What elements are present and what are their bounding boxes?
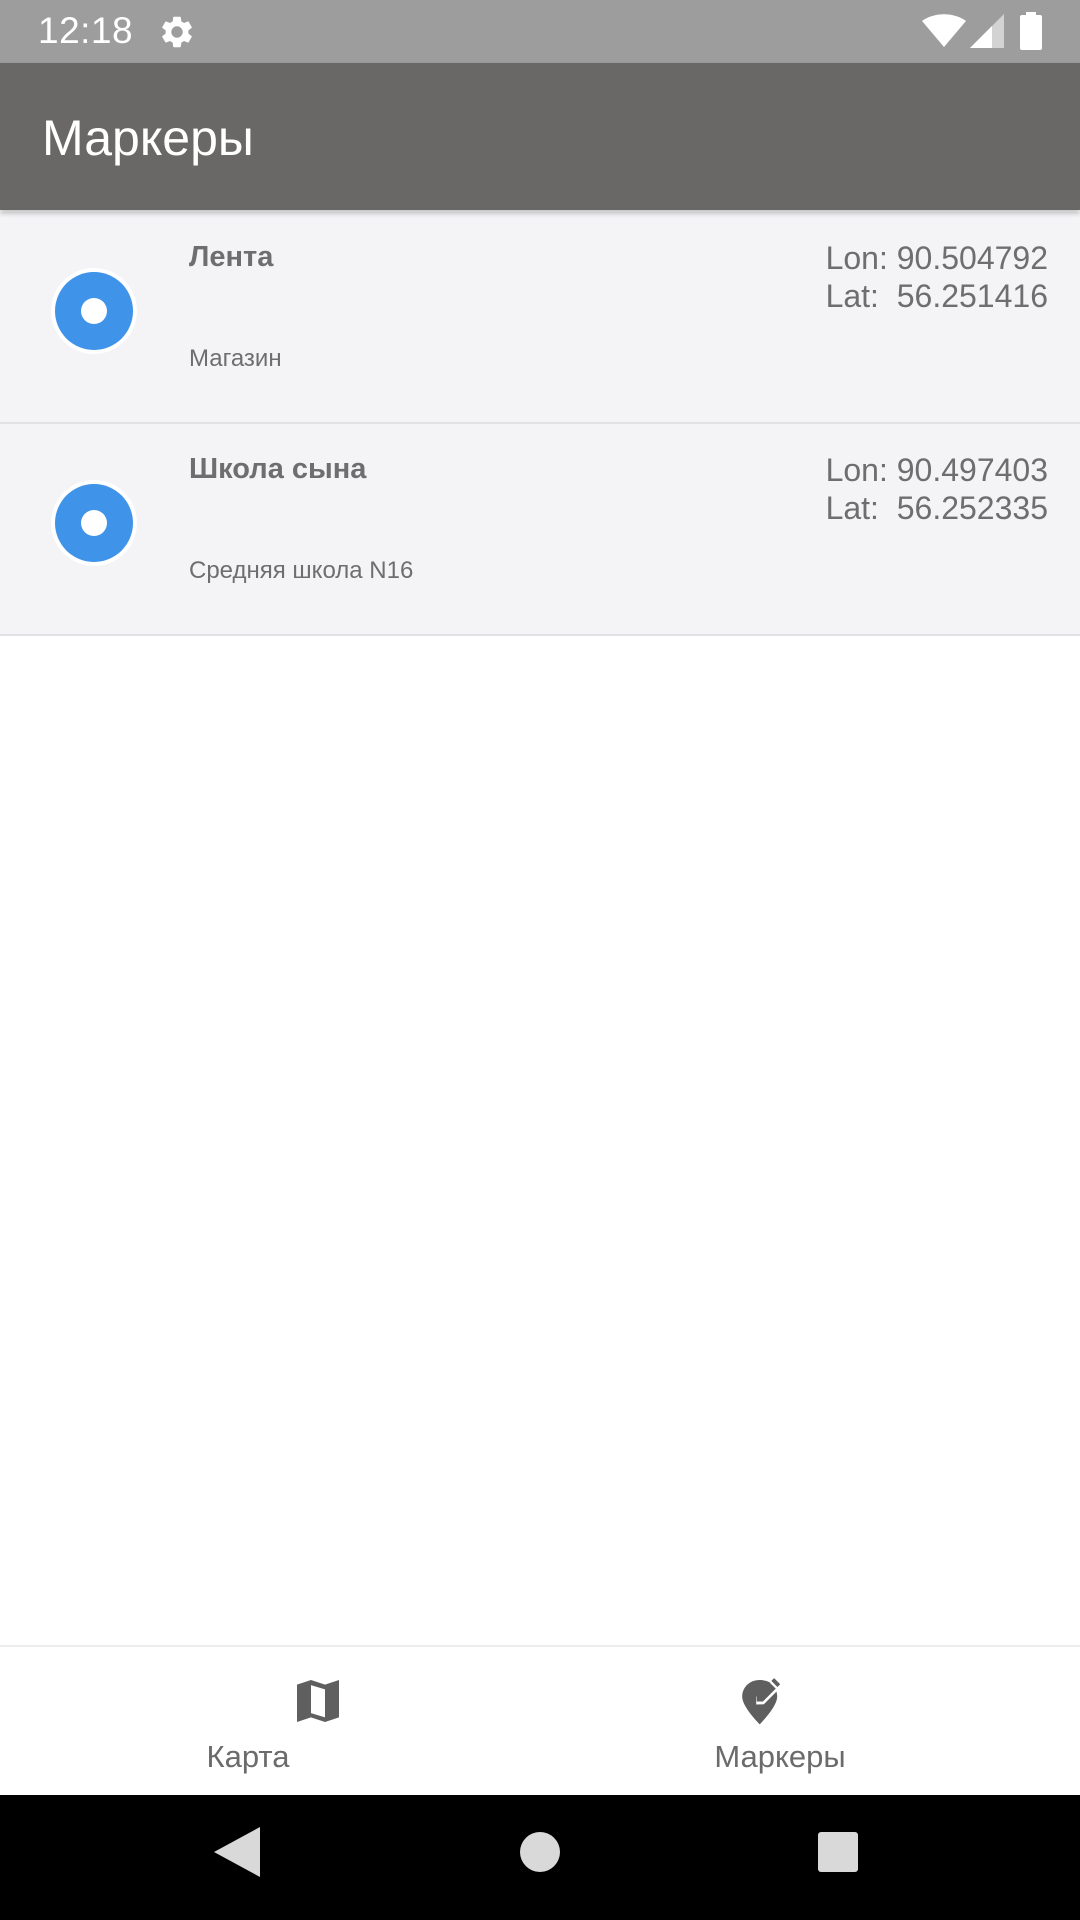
longitude-label: Lon: [825, 240, 888, 276]
latitude-label: Lat: [825, 490, 879, 526]
wifi-icon [922, 14, 966, 47]
list-item[interactable]: Школа сына Средняя школа N16 Lon: 90.497… [0, 424, 1080, 636]
status-time: 12:18 [38, 10, 134, 51]
signal-icon [970, 14, 1004, 48]
marker-name: Школа сына [189, 453, 367, 485]
latitude-value: 56.251416 [896, 278, 1048, 314]
longitude-label: Lon: [825, 452, 888, 488]
nav-item-map[interactable]: Карта [0, 1647, 540, 1797]
marker-name: Лента [189, 241, 274, 273]
page-title: Маркеры [42, 110, 254, 166]
location-dot-icon [51, 268, 137, 354]
home-icon[interactable] [519, 1831, 561, 1873]
marker-coordinates: Lon: 90.504792 Lat: 56.251416 [826, 239, 1048, 315]
gear-icon [162, 16, 192, 48]
edit-location-icon [742, 1678, 781, 1725]
recents-icon[interactable] [817, 1831, 859, 1873]
list-item[interactable]: Лента Магазин Lon: 90.504792 Lat: 56.251… [0, 212, 1080, 424]
longitude-value: 90.497403 [896, 452, 1048, 488]
nav-label-markers: Маркеры [714, 1739, 846, 1774]
marker-description: Средняя школа N16 [189, 557, 414, 584]
map-icon [297, 1680, 339, 1722]
system-navigation-bar [0, 1795, 1080, 1920]
latitude-row: Lat: 56.252335 [826, 489, 1048, 527]
marker-list: Лента Магазин Lon: 90.504792 Lat: 56.251… [0, 212, 1080, 636]
location-dot-icon [51, 480, 137, 566]
latitude-label: Lat: [825, 278, 879, 314]
nav-item-markers[interactable]: Маркеры [540, 1647, 1080, 1797]
nav-label-map: Карта [206, 1739, 290, 1774]
longitude-row: Lon: 90.497403 [826, 451, 1048, 489]
latitude-row: Lat: 56.251416 [826, 277, 1048, 315]
longitude-row: Lon: 90.504792 [826, 239, 1048, 277]
bottom-navigation: Карта Маркеры [0, 1645, 1080, 1797]
status-bar: 12:18 [0, 0, 1080, 63]
longitude-value: 90.504792 [896, 240, 1048, 276]
back-icon[interactable] [214, 1827, 260, 1877]
marker-coordinates: Lon: 90.497403 Lat: 56.252335 [826, 451, 1048, 527]
app-bar: Маркеры [0, 63, 1080, 210]
latitude-value: 56.252335 [896, 490, 1048, 526]
marker-description: Магазин [189, 345, 282, 372]
battery-icon [1020, 12, 1042, 50]
